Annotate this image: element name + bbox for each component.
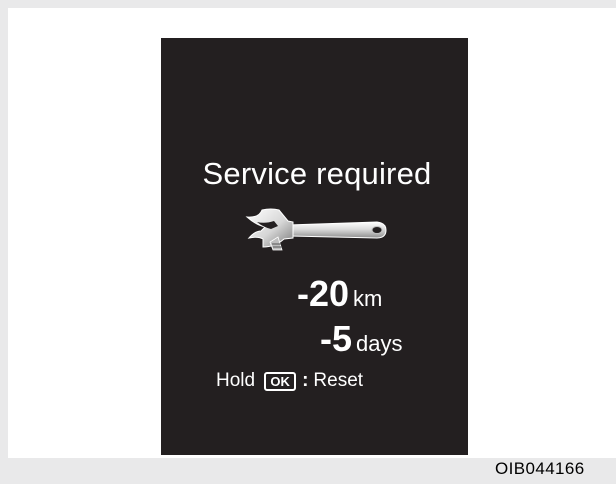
reset-colon: : bbox=[302, 370, 309, 391]
hold-label: Hold bbox=[216, 370, 256, 391]
service-display: Service required -20 km -5 days Hold OK … bbox=[161, 38, 468, 455]
distance-unit: km bbox=[353, 286, 383, 311]
reset-label: Reset bbox=[313, 370, 364, 391]
days-unit: days bbox=[356, 331, 403, 356]
service-required-title: Service required bbox=[202, 156, 432, 191]
page-background: Service required -20 km -5 days Hold OK … bbox=[0, 0, 616, 484]
reset-instruction: Hold OK : Reset bbox=[216, 369, 436, 393]
wrench-icon bbox=[245, 208, 387, 251]
days-value: -5 bbox=[320, 318, 353, 359]
distance-remaining: -20 km bbox=[297, 276, 382, 312]
figure-code: OIB044166 bbox=[495, 459, 585, 478]
ok-button-icon: OK bbox=[264, 371, 297, 391]
days-remaining: -5 days bbox=[320, 321, 403, 357]
distance-value: -20 bbox=[297, 273, 350, 314]
